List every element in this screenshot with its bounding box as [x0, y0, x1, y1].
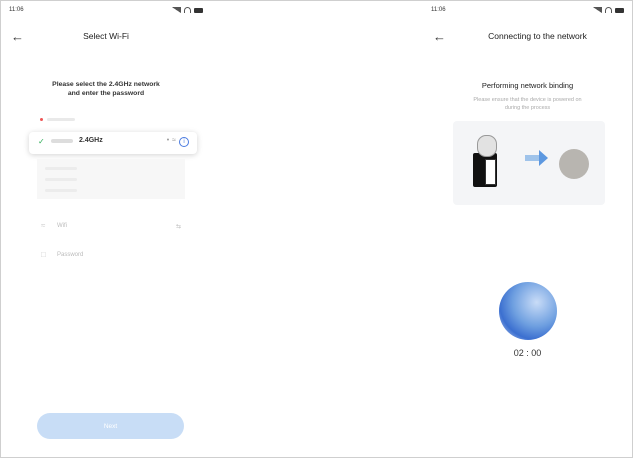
selected-network-item[interactable]: ✓ 2.4GHz • ≈ i	[29, 132, 197, 154]
wifi-strength-icon: ≈	[172, 137, 176, 144]
camera-device-icon	[471, 135, 499, 189]
network-band-label: 2.4GHz	[79, 137, 103, 144]
wifi-status-icon	[605, 7, 612, 13]
battery-icon	[615, 7, 624, 13]
arrow-right-icon	[525, 150, 548, 166]
instruction-text: Please select the 2.4GHz network and ent…	[52, 81, 160, 97]
status-time: 11:06	[431, 7, 446, 13]
status-bar: 11:06	[9, 7, 203, 19]
nav-bar: ← Connecting to the network	[423, 29, 632, 47]
signal-icon	[172, 7, 181, 13]
network-list-item[interactable]	[37, 113, 181, 127]
network-list	[37, 113, 181, 127]
router-icon	[559, 149, 589, 179]
binding-illustration	[453, 121, 605, 205]
status-bar: 11:06	[431, 7, 624, 19]
connecting-screen: 11:06 ← Connecting to the network Perfor…	[423, 0, 633, 458]
signal-icon	[593, 7, 602, 13]
status-time: 11:06	[9, 7, 24, 13]
wifi-status-icon	[184, 7, 191, 13]
page-title: Select Wi-Fi	[83, 31, 129, 41]
check-icon: ✓	[38, 137, 45, 146]
switch-network-icon[interactable]: ⇆	[176, 223, 181, 230]
page-title: Connecting to the network	[488, 31, 587, 41]
lock-icon: •	[166, 137, 170, 144]
binding-subtitle: Please ensure that the device is powered…	[473, 97, 582, 111]
other-networks-list	[37, 159, 185, 199]
battery-icon	[194, 7, 203, 13]
next-button[interactable]: Next	[37, 413, 184, 439]
warning-dot-icon	[40, 118, 43, 121]
progress-spinner	[499, 282, 557, 340]
wifi-name-field[interactable]: ≈ Wifi ⇆	[41, 220, 181, 234]
empty-panel	[211, 0, 424, 458]
info-icon[interactable]: i	[179, 137, 189, 147]
select-wifi-screen: 11:06 ← Select Wi-Fi Please select the 2…	[0, 0, 212, 458]
binding-title: Performing network binding	[481, 81, 574, 90]
password-field[interactable]: □ Password	[41, 249, 181, 263]
countdown-timer: 02 : 00	[513, 348, 542, 358]
nav-bar: ← Select Wi-Fi	[1, 29, 211, 47]
wifi-icon: ≈	[41, 221, 46, 230]
lock-icon: □	[41, 250, 46, 259]
